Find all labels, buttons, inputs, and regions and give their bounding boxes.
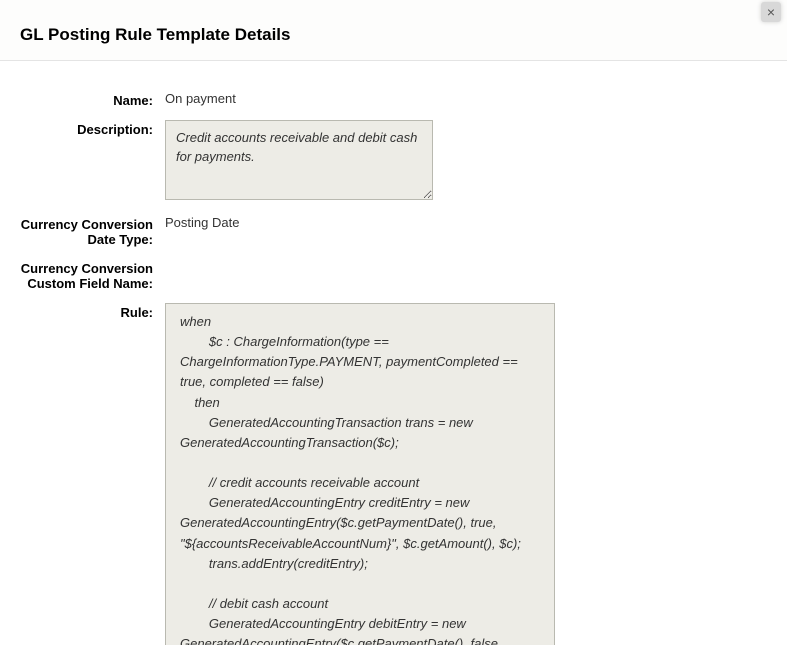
row-rule: Rule: when $c : ChargeInformation(type =… <box>20 303 767 645</box>
label-currency-custom-field: Currency Conversion Custom Field Name: <box>20 259 165 291</box>
label-name: Name: <box>20 91 165 108</box>
description-textarea[interactable]: Credit accounts receivable and debit cas… <box>165 120 433 200</box>
row-currency-custom-field: Currency Conversion Custom Field Name: <box>20 259 767 291</box>
dialog-header: GL Posting Rule Template Details <box>0 0 787 60</box>
row-currency-date-type: Currency Conversion Date Type: Posting D… <box>20 215 767 247</box>
row-name: Name: On payment <box>20 91 767 108</box>
value-name: On payment <box>165 91 767 106</box>
dialog-title: GL Posting Rule Template Details <box>20 25 767 45</box>
form-content: Name: On payment Description: Credit acc… <box>0 61 787 645</box>
value-currency-date-type: Posting Date <box>165 215 767 230</box>
close-button[interactable]: × <box>761 2 781 22</box>
label-rule: Rule: <box>20 303 165 320</box>
close-icon: × <box>767 4 775 20</box>
row-description: Description: Credit accounts receivable … <box>20 120 767 203</box>
rule-textarea[interactable]: when $c : ChargeInformation(type == Char… <box>165 303 555 645</box>
content-scroll-area[interactable]: Name: On payment Description: Credit acc… <box>0 61 787 645</box>
label-currency-date-type: Currency Conversion Date Type: <box>20 215 165 247</box>
label-description: Description: <box>20 120 165 137</box>
